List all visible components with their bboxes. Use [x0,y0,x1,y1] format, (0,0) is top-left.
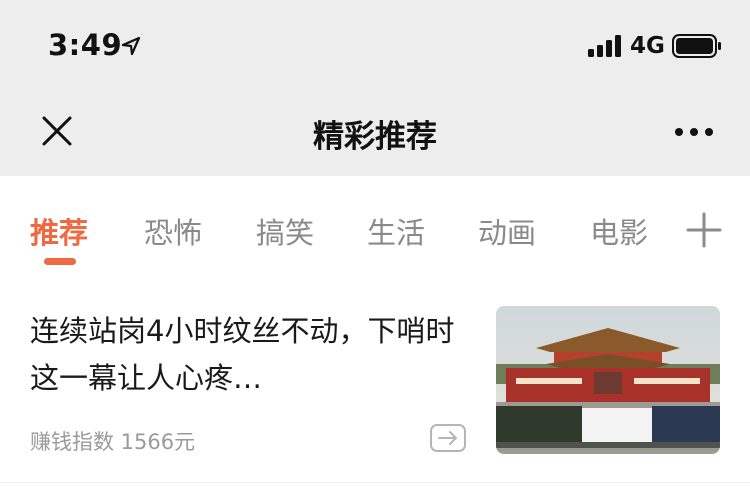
tab-funny[interactable]: 搞笑 [256,210,314,252]
more-icon[interactable] [674,122,714,142]
status-time: 3:49 [48,28,123,62]
article-card[interactable]: 连续站岗4小时纹丝不动，下哨时这一幕让人心疼… 赚钱指数 1566元 [0,288,750,478]
category-tabs: 推荐 恐怖 搞笑 生活 动画 电影 [0,176,750,276]
location-arrow-icon [121,36,141,56]
battery-icon [672,34,721,58]
signal-icon [588,35,621,57]
article-thumbnail[interactable] [496,306,720,454]
nav-bar: 精彩推荐 [0,92,750,176]
add-icon[interactable] [686,212,722,248]
article-earnings: 赚钱指数 1566元 [30,430,196,454]
page-title: 精彩推荐 [313,119,437,155]
network-label: 4G [630,33,665,59]
tiananmen-parade-image [496,306,720,454]
tab-movie[interactable]: 电影 [590,210,648,252]
tab-life[interactable]: 生活 [367,210,425,252]
active-tab-indicator [44,258,76,265]
tab-recommend[interactable]: 推荐 [30,210,88,252]
tab-horror[interactable]: 恐怖 [144,210,202,252]
article-title[interactable]: 连续站岗4小时纹丝不动，下哨时这一幕让人心疼… [30,308,480,402]
divider [0,482,750,483]
status-bar: 3:49 4G [0,0,750,92]
share-arrow-icon[interactable] [430,424,466,452]
tab-animation[interactable]: 动画 [478,210,536,252]
